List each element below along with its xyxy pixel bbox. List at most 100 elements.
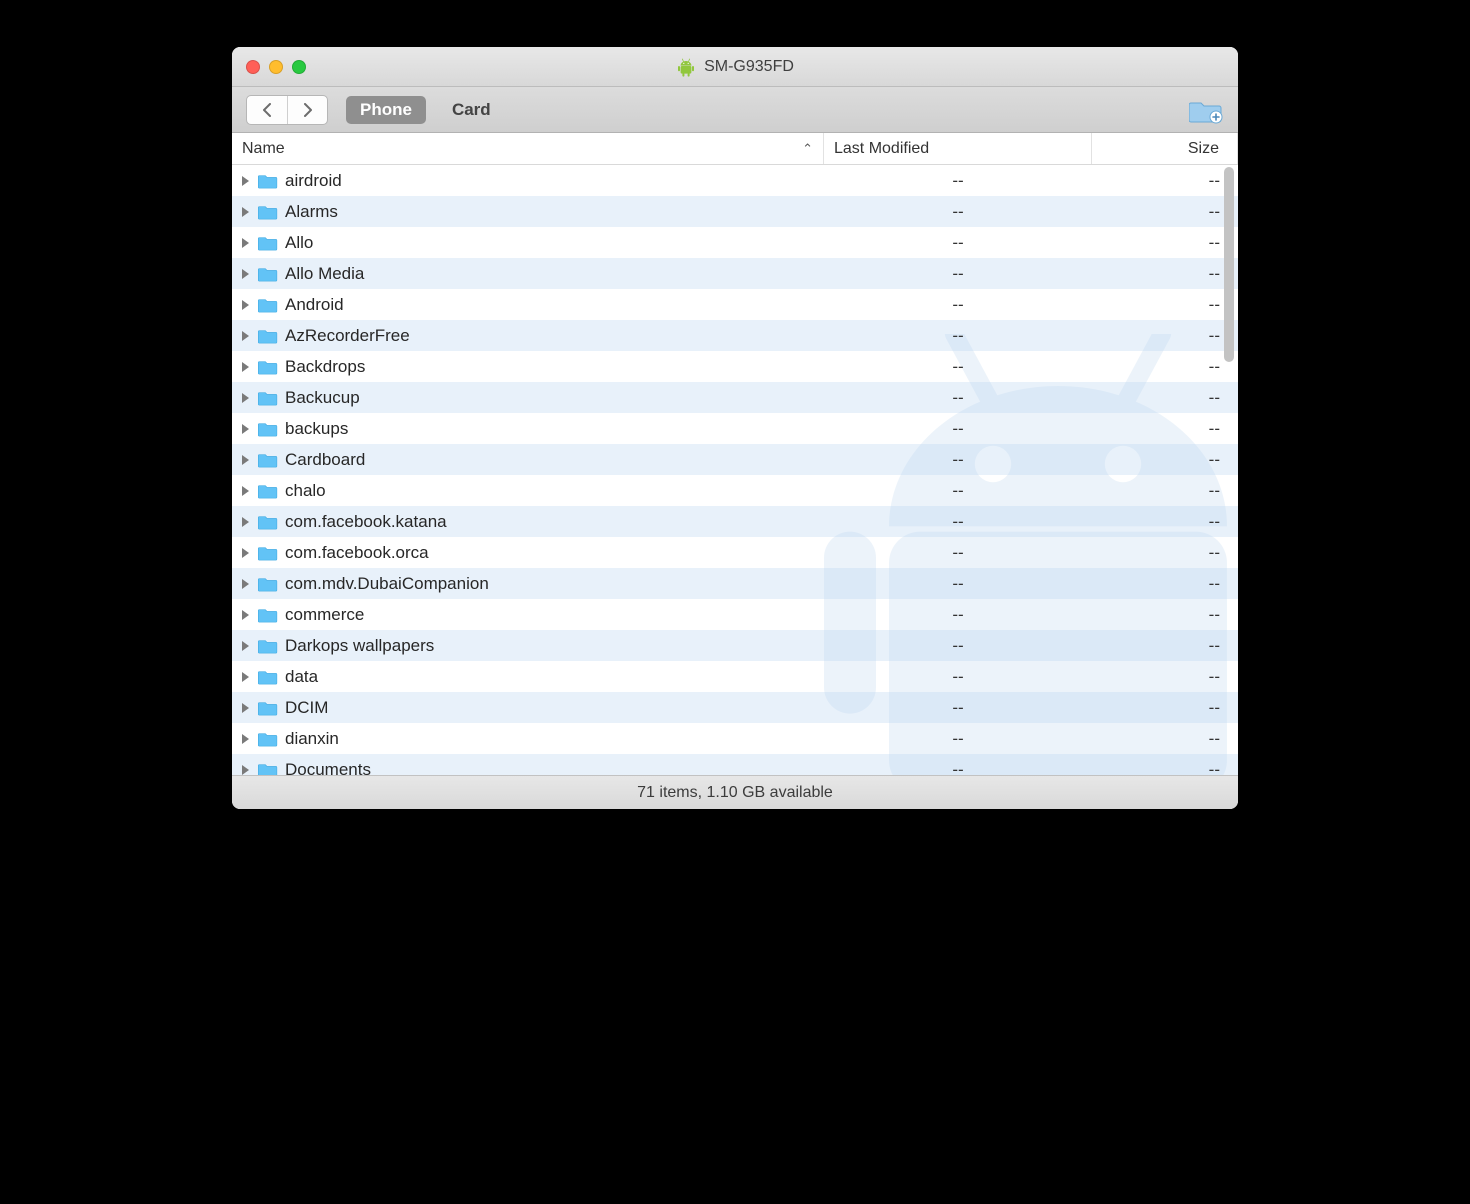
disclosure-triangle-icon[interactable] — [242, 610, 249, 620]
disclosure-triangle-icon[interactable] — [242, 548, 249, 558]
file-size: -- — [1092, 760, 1238, 776]
titlebar: SM-G935FD — [232, 47, 1238, 87]
disclosure-triangle-icon[interactable] — [242, 579, 249, 589]
table-row[interactable]: com.facebook.katana---- — [232, 506, 1238, 537]
file-modified: -- — [824, 326, 1092, 346]
table-row[interactable]: Backucup---- — [232, 382, 1238, 413]
disclosure-triangle-icon[interactable] — [242, 362, 249, 372]
file-size: -- — [1092, 667, 1238, 687]
vertical-scrollbar[interactable] — [1222, 165, 1236, 775]
table-row[interactable]: Android---- — [232, 289, 1238, 320]
disclosure-triangle-icon[interactable] — [242, 207, 249, 217]
file-name: Documents — [285, 760, 371, 776]
disclosure-triangle-icon[interactable] — [242, 393, 249, 403]
column-header-modified[interactable]: Last Modified — [824, 133, 1092, 164]
folder-icon — [258, 700, 278, 716]
table-row[interactable]: commerce---- — [232, 599, 1238, 630]
disclosure-triangle-icon[interactable] — [242, 517, 249, 527]
back-button[interactable] — [247, 96, 287, 124]
disclosure-triangle-icon[interactable] — [242, 486, 249, 496]
status-bar: 71 items, 1.10 GB available — [232, 775, 1238, 809]
file-name: airdroid — [285, 171, 342, 191]
file-size: -- — [1092, 326, 1238, 346]
file-name: Android — [285, 295, 344, 315]
close-button[interactable] — [246, 60, 260, 74]
file-size: -- — [1092, 295, 1238, 315]
table-row[interactable]: Allo---- — [232, 227, 1238, 258]
folder-icon — [258, 421, 278, 437]
file-name: DCIM — [285, 698, 328, 718]
folder-icon — [258, 235, 278, 251]
file-name: Allo Media — [285, 264, 364, 284]
folder-icon — [258, 390, 278, 406]
table-row[interactable]: Backdrops---- — [232, 351, 1238, 382]
table-row[interactable]: DCIM---- — [232, 692, 1238, 723]
disclosure-triangle-icon[interactable] — [242, 300, 249, 310]
folder-icon — [258, 204, 278, 220]
file-size: -- — [1092, 388, 1238, 408]
file-modified: -- — [824, 171, 1092, 191]
file-name: dianxin — [285, 729, 339, 749]
table-row[interactable]: com.facebook.orca---- — [232, 537, 1238, 568]
folder-icon — [258, 266, 278, 282]
disclosure-triangle-icon[interactable] — [242, 734, 249, 744]
folder-icon — [258, 483, 278, 499]
file-modified: -- — [824, 357, 1092, 377]
table-row[interactable]: Allo Media---- — [232, 258, 1238, 289]
storage-tab-card[interactable]: Card — [444, 96, 499, 124]
file-modified: -- — [824, 450, 1092, 470]
file-name: com.facebook.orca — [285, 543, 429, 563]
disclosure-triangle-icon[interactable] — [242, 424, 249, 434]
table-row[interactable]: com.mdv.DubaiCompanion---- — [232, 568, 1238, 599]
disclosure-triangle-icon[interactable] — [242, 238, 249, 248]
disclosure-triangle-icon[interactable] — [242, 331, 249, 341]
file-name: Alarms — [285, 202, 338, 222]
file-name: data — [285, 667, 318, 687]
column-header-name[interactable]: Name ⌃ — [232, 133, 824, 164]
table-row[interactable]: Documents---- — [232, 754, 1238, 775]
folder-icon — [258, 452, 278, 468]
zoom-button[interactable] — [292, 60, 306, 74]
file-size: -- — [1092, 636, 1238, 656]
window-controls — [246, 60, 306, 74]
table-row[interactable]: AzRecorderFree---- — [232, 320, 1238, 351]
folder-icon — [258, 173, 278, 189]
table-row[interactable]: dianxin---- — [232, 723, 1238, 754]
file-modified: -- — [824, 202, 1092, 222]
finder-window: SM-G935FD Phone Card Name ⌃ L — [232, 47, 1238, 809]
file-name: Cardboard — [285, 450, 365, 470]
disclosure-triangle-icon[interactable] — [242, 765, 249, 775]
disclosure-triangle-icon[interactable] — [242, 176, 249, 186]
storage-tab-phone[interactable]: Phone — [346, 96, 426, 124]
file-size: -- — [1092, 419, 1238, 439]
file-size: -- — [1092, 233, 1238, 253]
file-modified: -- — [824, 512, 1092, 532]
android-icon — [676, 57, 696, 77]
disclosure-triangle-icon[interactable] — [242, 703, 249, 713]
minimize-button[interactable] — [269, 60, 283, 74]
table-row[interactable]: Darkops wallpapers---- — [232, 630, 1238, 661]
nav-history — [246, 95, 328, 125]
table-row[interactable]: data---- — [232, 661, 1238, 692]
disclosure-triangle-icon[interactable] — [242, 269, 249, 279]
table-row[interactable]: airdroid---- — [232, 165, 1238, 196]
folder-icon — [258, 731, 278, 747]
disclosure-triangle-icon[interactable] — [242, 455, 249, 465]
table-row[interactable]: chalo---- — [232, 475, 1238, 506]
new-folder-button[interactable] — [1188, 95, 1224, 125]
table-row[interactable]: backups---- — [232, 413, 1238, 444]
sort-ascending-icon: ⌃ — [802, 141, 813, 157]
folder-icon — [258, 638, 278, 654]
disclosure-triangle-icon[interactable] — [242, 641, 249, 651]
folder-icon — [258, 669, 278, 685]
table-row[interactable]: Alarms---- — [232, 196, 1238, 227]
file-modified: -- — [824, 698, 1092, 718]
column-header-size[interactable]: Size — [1092, 133, 1238, 164]
table-row[interactable]: Cardboard---- — [232, 444, 1238, 475]
forward-button[interactable] — [287, 96, 327, 124]
file-modified: -- — [824, 729, 1092, 749]
file-modified: -- — [824, 388, 1092, 408]
scrollbar-thumb[interactable] — [1224, 167, 1234, 362]
disclosure-triangle-icon[interactable] — [242, 672, 249, 682]
file-name: chalo — [285, 481, 326, 501]
